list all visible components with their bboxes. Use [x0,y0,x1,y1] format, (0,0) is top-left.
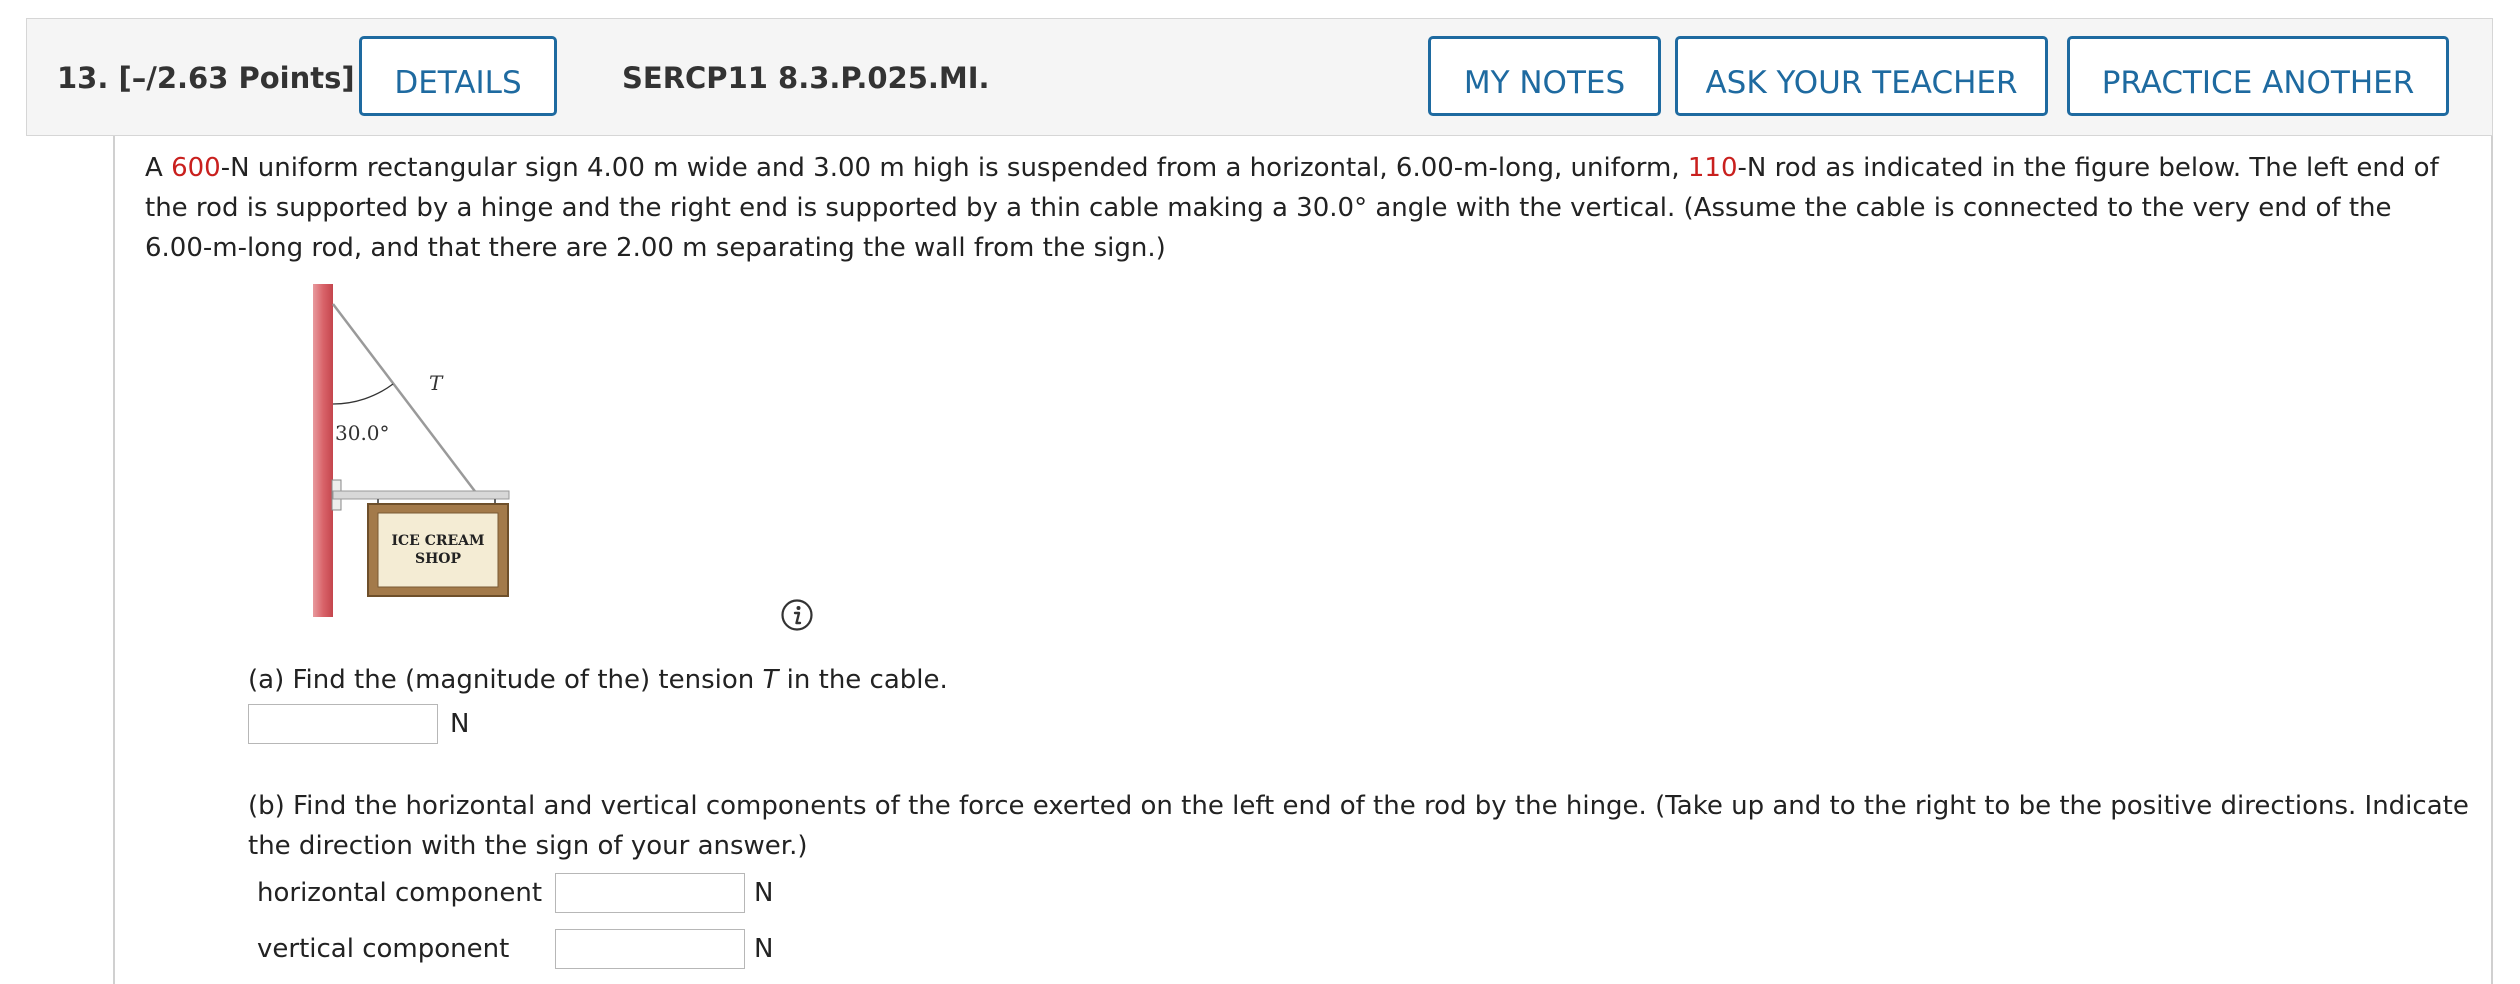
horizontal-component-input[interactable] [555,873,745,913]
part-a-question: (a) Find the (magnitude of the) tension … [248,665,948,695]
problem-statement: A 600-N uniform rectangular sign 4.00 m … [145,148,2465,268]
angle-arc [332,383,394,405]
tension-unit-label: N [450,709,470,739]
horizontal-component-label: horizontal component [257,878,543,908]
sign-weight-value: 600 [171,153,221,183]
practice-another-button[interactable]: PRACTICE ANOTHER [2067,36,2449,116]
part-a-text: in the cable. [778,665,948,695]
sign-text-line1: ICE CREAM [391,533,484,549]
info-icon[interactable] [780,598,814,632]
rod-weight-value: 110 [1687,153,1738,183]
vertical-unit-label: N [754,934,774,964]
horizontal-unit-label: N [754,878,774,908]
part-a-text: (a) Find the (magnitude of the) tension [248,665,763,695]
tension-label: T [429,371,444,395]
cable [332,303,478,495]
question-code: SERCP11 8.3.P.025.MI. [622,61,990,95]
details-button[interactable]: DETAILS [359,36,557,116]
part-b-question: (b) Find the horizontal and vertical com… [248,791,2469,861]
wall [313,284,333,617]
angle-label: 30.0° [335,421,390,445]
sign-face [377,512,499,588]
sign-text-line2: SHOP [415,551,462,567]
problem-text: -N uniform rectangular sign 4.00 m wide … [220,153,1688,183]
ask-teacher-button[interactable]: ASK YOUR TEACHER [1675,36,2048,116]
rod [332,490,510,500]
my-notes-button[interactable]: MY NOTES [1428,36,1661,116]
problem-text: A [145,153,172,183]
sign-diagram: T 30.0° ICE CREAM SHOP [313,284,510,617]
tension-variable: T [762,665,779,695]
question-points-label: 13. [–/2.63 Points] [57,61,355,95]
vertical-component-input[interactable] [555,929,745,969]
tension-answer-input[interactable] [248,704,438,744]
vertical-component-label: vertical component [257,934,510,964]
